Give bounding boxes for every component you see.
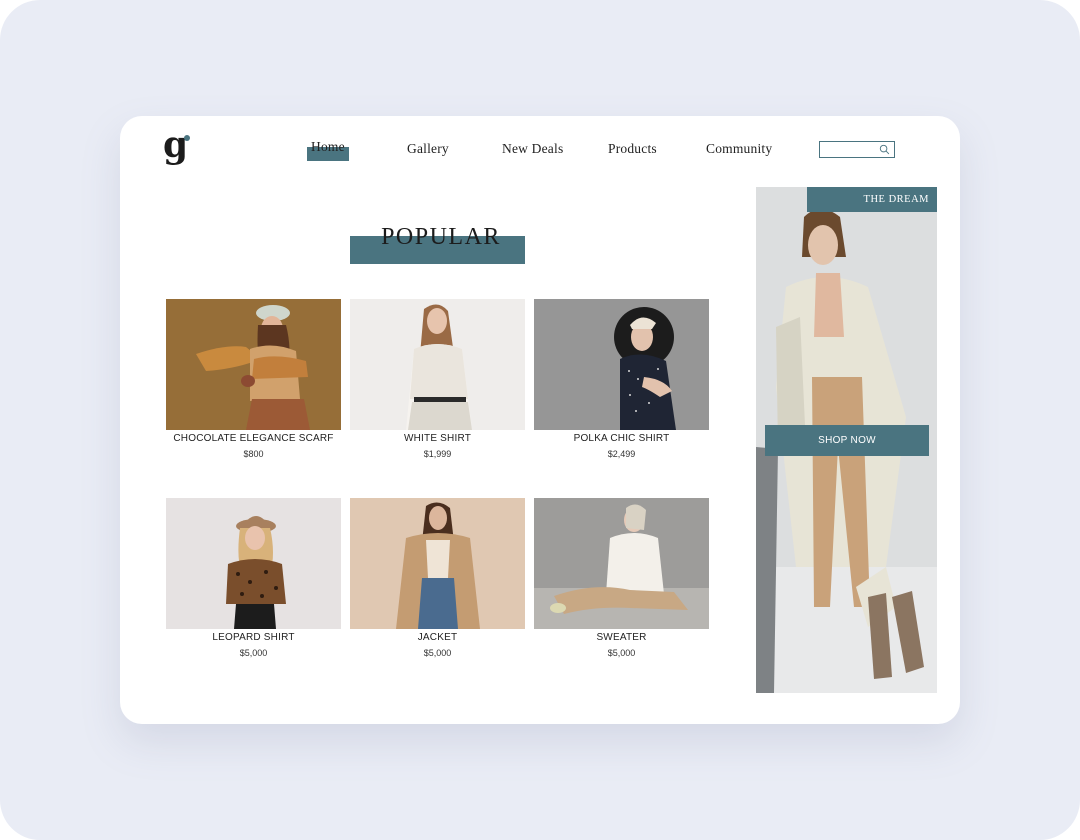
product-image[interactable] [534,299,709,430]
section-title: POPULAR [381,224,501,250]
product-name: LEOPARD SHIRT [212,632,295,643]
product-card[interactable]: POLKA CHIC SHIRT $2,499 [534,299,709,464]
hero-tag-label: THE DREAM [863,194,929,205]
search-input[interactable] [819,141,895,158]
product-name: POLKA CHIC SHIRT [573,433,670,444]
product-card[interactable]: SWEATER $5,000 [534,498,709,663]
hero-tag: THE DREAM [807,187,937,212]
product-image[interactable] [350,299,525,430]
logo-dot [184,135,190,141]
shop-now-button[interactable]: SHOP NOW [765,425,929,456]
product-image[interactable] [166,299,341,430]
product-price: $2,499 [607,449,636,459]
nav-item-products[interactable]: Products [608,141,657,157]
product-image[interactable] [350,498,525,629]
nav-item-gallery[interactable]: Gallery [407,141,449,157]
product-name: SWEATER [596,632,647,643]
brand-logo[interactable]: g [163,127,193,168]
product-card[interactable]: LEOPARD SHIRT $5,000 [166,498,341,663]
product-price: $5,000 [607,648,636,658]
product-image[interactable] [166,498,341,629]
search-icon[interactable] [879,144,890,155]
product-price: $1,999 [423,449,452,459]
nav-item-new-deals[interactable]: New Deals [502,141,563,157]
nav-item-community[interactable]: Community [706,141,772,157]
nav-item-home[interactable]: Home [311,139,345,155]
product-card[interactable]: CHOCOLATE ELEGANCE SCARF $800 [166,299,341,464]
product-card[interactable]: WHITE SHIRT $1,999 [350,299,525,464]
product-price: $5,000 [239,648,268,658]
product-name: JACKET [417,632,458,643]
product-name: WHITE SHIRT [403,433,471,444]
product-card[interactable]: JACKET $5,000 [350,498,525,663]
product-price: $800 [243,449,264,459]
product-price: $5,000 [423,648,452,658]
product-name: CHOCOLATE ELEGANCE SCARF [173,433,334,444]
product-image[interactable] [534,498,709,629]
